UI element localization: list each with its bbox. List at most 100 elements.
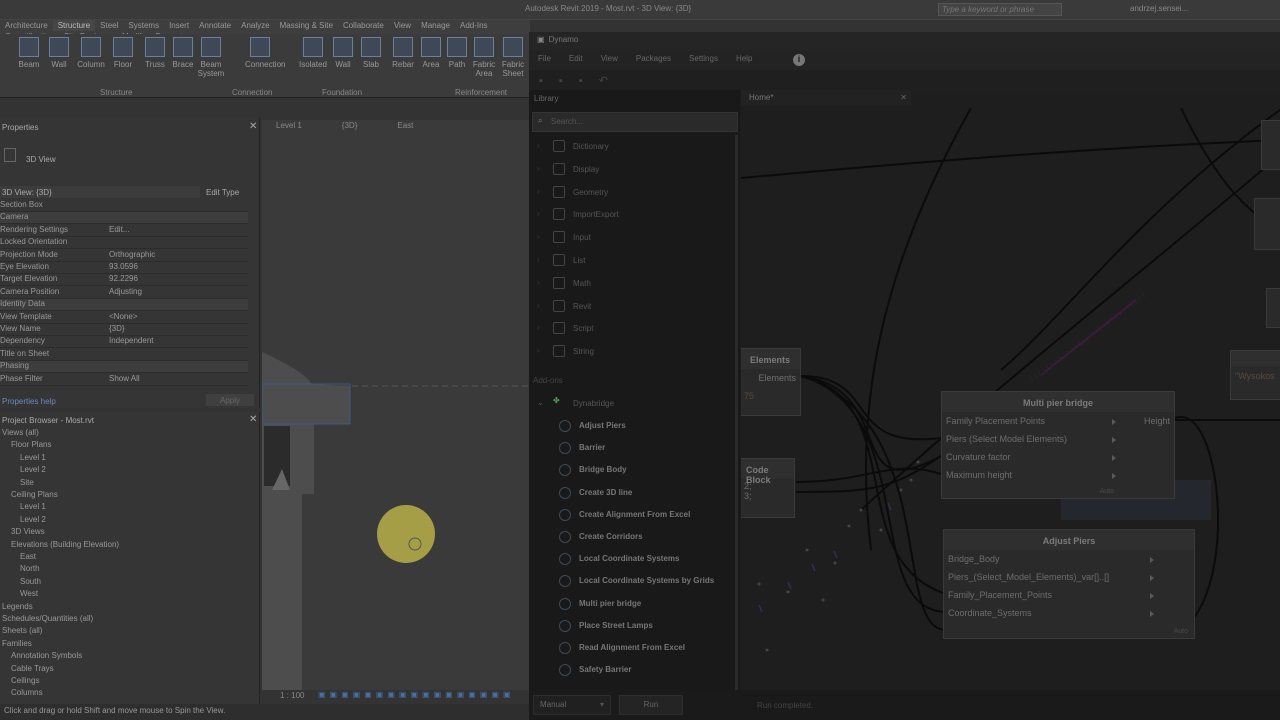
ribbon-button-isolated[interactable]: Isolated [298,37,328,69]
library-node-create-corridors[interactable]: Create Corridors [529,526,740,548]
elements-node[interactable]: Elements Elements 75 [741,348,801,416]
code-line-1[interactable]: 2; [744,481,752,491]
library-node-multi-pier-bridge[interactable]: Multi pier bridge [529,593,740,615]
view-tab-east[interactable]: East [391,120,419,131]
menu-settings[interactable]: Settings [680,50,727,67]
string-value[interactable]: "Wysokos [1235,371,1275,381]
workspace-tab[interactable]: Home* ✕ [741,90,911,106]
close-icon[interactable]: ✕ [249,414,257,425]
property-row[interactable]: Phase Filter Show All [0,374,248,386]
ribbon-tab-collaborate[interactable]: Collaborate [338,20,389,31]
library-node-safety-barrier[interactable]: Safety Barrier [529,659,740,681]
menu-help[interactable]: Help [727,50,761,67]
library-category-string[interactable]: › String [529,341,740,363]
library-node-create-3d-line[interactable]: Create 3D line [529,482,740,504]
library-category-display[interactable]: › Display [529,159,740,181]
library-node-local-coordinate-systems-by-grids[interactable]: Local Coordinate Systems by Grids [529,570,740,592]
code-block-node[interactable]: Code Block 2; 3; [741,458,795,518]
input-port-maximum-height[interactable]: Maximum height [946,470,1012,480]
ribbon-button-beam[interactable]: Beam [14,37,44,69]
input-port-coordinate-systems[interactable]: Coordinate_Systems [948,608,1032,618]
browser-item-level-2[interactable]: Level 2 [20,515,46,524]
library-category-list[interactable]: › List [529,250,740,272]
browser-item-views-all[interactable]: Views (all) [2,428,39,437]
view-tab-3d[interactable]: {3D} [336,120,364,131]
menu-edit[interactable]: Edit [560,50,592,67]
library-category-geometry[interactable]: › Geometry [529,182,740,204]
browser-item-ceilings[interactable]: Ceilings [11,676,39,685]
properties-help-link[interactable]: Properties help [2,397,56,406]
output-port-height[interactable]: Height [1144,416,1170,426]
library-category-dictionary[interactable]: › Dictionary [529,136,740,158]
property-value[interactable]: Adjusting [109,287,239,296]
ribbon-tab-manage[interactable]: Manage [416,20,455,31]
library-node-barrier[interactable]: Barrier [529,437,740,459]
apply-button[interactable]: Apply [206,394,254,406]
adjust-piers-node[interactable]: Adjust Piers Bridge_Body Piers_(Select_M… [943,529,1195,639]
3d-view-canvas[interactable] [261,134,530,690]
input-port-family-placement-points[interactable]: Family_Placement_Points [948,590,1052,600]
library-node-local-coordinate-systems[interactable]: Local Coordinate Systems [529,548,740,570]
ribbon-tab-view[interactable]: View [389,20,416,31]
user-name[interactable]: andrzej.sensei... [1130,4,1188,13]
dynamo-canvas[interactable]: Elements Elements 75 Code Block 2; 3; Mu… [741,90,1280,690]
property-value[interactable]: Orthographic [109,250,239,259]
property-value[interactable]: Show All [109,374,239,383]
browser-item-level-1[interactable]: Level 1 [20,502,46,511]
library-category-revit[interactable]: › Revit [529,296,740,318]
browser-item-south[interactable]: South [20,577,41,586]
view-tab-level-1[interactable]: Level 1 [270,120,308,131]
property-value[interactable]: Independent [109,336,239,345]
library-node-adjust-piers[interactable]: Adjust Piers [529,415,740,437]
property-value[interactable]: Edit... [109,225,239,234]
toolbar-icons[interactable]: ▪▪▪↶ [539,74,624,87]
ribbon-button-wall[interactable]: Wall [44,37,74,69]
library-category-importexport[interactable]: › ImportExport [529,204,740,226]
browser-item-3d-views[interactable]: 3D Views [11,527,45,536]
library-search-input[interactable]: ⌕ Search... [532,112,738,132]
package-dynabridge[interactable]: ⌄ ✤ Dynabridge [529,392,740,414]
property-row[interactable]: Projection Mode Orthographic [0,250,248,262]
string-node[interactable]: "Wysokos [1230,350,1280,400]
multi-pier-bridge-node[interactable]: Multi pier bridge Family Placement Point… [941,391,1175,499]
ribbon-button-fabric-area[interactable]: Fabric Area [469,37,499,78]
browser-item-west[interactable]: West [20,589,38,598]
ribbon-tab-annotate[interactable]: Annotate [194,20,236,31]
browser-item-ceiling-plans[interactable]: Ceiling Plans [11,490,58,499]
code-line-2[interactable]: 3; [744,491,752,501]
browser-item-annotation-symbols[interactable]: Annotation Symbols [11,651,82,660]
edit-type-button[interactable]: Edit Type [206,188,239,197]
instance-selector[interactable]: 3D View: {3D} [0,186,200,198]
ribbon-button-path[interactable]: Path [442,37,472,69]
browser-item-level-2[interactable]: Level 2 [20,465,46,474]
property-row[interactable]: Dependency Independent [0,336,248,349]
property-row[interactable]: View Template <None> [0,312,248,324]
property-row[interactable]: Locked Orientation [0,237,248,250]
property-row[interactable]: Section Box [0,200,248,212]
run-mode-select[interactable]: Manual ▾ [533,695,611,715]
ribbon-tab-massing-site[interactable]: Massing & Site [275,20,338,31]
input-port-curvature-factor[interactable]: Curvature factor [946,452,1011,462]
ribbon-tab-insert[interactable]: Insert [164,20,194,31]
ribbon-tab-architecture[interactable]: Architecture [0,20,53,31]
property-row[interactable]: View Name {3D} [0,324,248,336]
type-selector-label[interactable]: 3D View [26,155,56,164]
menu-file[interactable]: File [529,50,560,67]
library-category-input[interactable]: › Input [529,227,740,249]
browser-item-columns[interactable]: Columns [11,688,43,697]
ribbon-button-fabric-sheet[interactable]: Fabric Sheet [498,37,528,78]
library-category-script[interactable]: › Script [529,318,740,340]
ribbon-button-column[interactable]: Column [76,37,106,69]
ribbon-tab-systems[interactable]: Systems [123,20,164,31]
property-value[interactable]: 92.2296 [109,274,239,283]
library-scrollbar[interactable] [735,135,738,690]
input-port-bridge-body[interactable]: Bridge_Body [948,554,1000,564]
ribbon-tab-analyze[interactable]: Analyze [236,20,274,31]
ribbon-button-rebar[interactable]: Rebar [388,37,418,69]
browser-item-cable-trays[interactable]: Cable Trays [11,664,54,673]
library-node-create-alignment-from-excel[interactable]: Create Alignment From Excel [529,504,740,526]
property-value[interactable]: 93.0596 [109,262,239,271]
property-row[interactable]: Camera Position Adjusting [0,287,248,299]
library-node-place-street-lamps[interactable]: Place Street Lamps [529,615,740,637]
property-value[interactable]: <None> [109,312,239,321]
